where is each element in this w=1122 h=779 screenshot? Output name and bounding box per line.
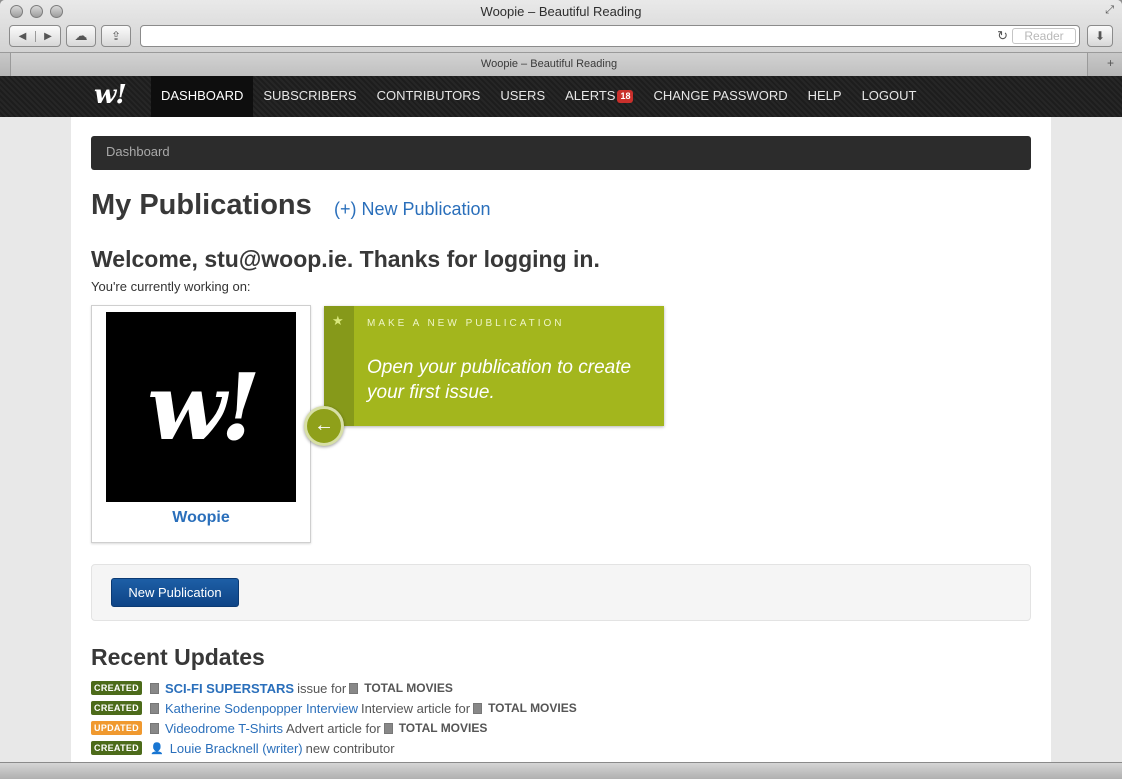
fullscreen-icon[interactable]: ⤢	[1105, 4, 1114, 17]
reload-icon[interactable]: ↻	[997, 28, 1008, 44]
alerts-count-badge: 18	[617, 90, 634, 103]
tab-bar: Woopie – Beautiful Reading +	[0, 52, 1122, 76]
browser-window: Woopie – Beautiful Reading ⤢ ◀ ▶ ☁ ⇪ ↻ R…	[0, 0, 1122, 779]
nav-alerts-label: ALERTS	[565, 88, 616, 103]
document-icon	[383, 722, 393, 734]
document-icon	[349, 682, 359, 694]
publication-ref: TOTAL MOVIES	[364, 681, 453, 695]
back-forward-buttons: ◀ ▶	[9, 25, 61, 47]
breadcrumb: Dashboard	[91, 136, 1031, 170]
list-item: CREATED Katherine Sodenpopper Interview …	[91, 698, 577, 718]
person-icon: 👤	[150, 742, 164, 755]
downloads-icon[interactable]: ⬇	[1087, 25, 1113, 47]
nav-contributors[interactable]: CONTRIBUTORS	[367, 76, 491, 117]
recent-updates-list: CREATED SCI-FI SUPERSTARS issue for TOTA…	[91, 678, 577, 758]
publication-name-link[interactable]: Woopie	[92, 509, 310, 527]
page-title: My Publications	[91, 189, 312, 221]
update-link[interactable]: Videodrome T-Shirts	[165, 721, 283, 736]
tip-body: Open your publication to create your fir…	[367, 357, 632, 403]
cloud-icon[interactable]: ☁	[66, 25, 96, 47]
nav-dashboard[interactable]: DASHBOARD	[151, 76, 254, 117]
back-button[interactable]: ◀	[10, 31, 35, 42]
tab-current[interactable]: Woopie – Beautiful Reading	[10, 53, 1088, 76]
page-content: Dashboard My Publications (+) New Public…	[71, 117, 1051, 762]
status-badge: CREATED	[91, 701, 142, 715]
update-link[interactable]: Katherine Sodenpopper Interview	[165, 701, 358, 716]
update-text: Advert article for	[286, 720, 381, 736]
nav-subscribers[interactable]: SUBSCRIBERS	[253, 76, 366, 117]
new-publication-tip: ★ MAKE A NEW PUBLICATION Open your publi…	[324, 306, 664, 426]
window-title: Woopie – Beautiful Reading	[480, 4, 642, 19]
publication-card[interactable]: w! Woopie	[91, 305, 311, 543]
publication-logo: w!	[147, 353, 261, 461]
share-icon[interactable]: ⇪	[101, 25, 131, 47]
address-bar[interactable]: ↻ Reader	[140, 25, 1080, 47]
woopie-logo[interactable]: w!	[94, 80, 127, 110]
nav-help[interactable]: HELP	[798, 76, 852, 117]
publication-cover[interactable]: w!	[106, 312, 296, 502]
tip-kicker: MAKE A NEW PUBLICATION	[367, 318, 565, 329]
list-item: CREATED SCI-FI SUPERSTARS issue for TOTA…	[91, 678, 577, 698]
new-publication-button[interactable]: New Publication	[111, 578, 239, 607]
list-item: UPDATED Videodrome T-Shirts Advert artic…	[91, 718, 577, 738]
update-link[interactable]: SCI-FI SUPERSTARS	[165, 681, 294, 696]
nav-users[interactable]: USERS	[490, 76, 555, 117]
site-navigation: w! DASHBOARD SUBSCRIBERS CONTRIBUTORS US…	[0, 76, 1122, 117]
forward-button[interactable]: ▶	[34, 30, 60, 42]
document-icon	[150, 682, 159, 694]
nav-links: DASHBOARD SUBSCRIBERS CONTRIBUTORS USERS…	[151, 76, 926, 117]
reader-button[interactable]: Reader	[1012, 28, 1076, 44]
update-text: issue for	[297, 680, 347, 696]
recent-updates-title: Recent Updates	[91, 644, 265, 670]
working-on-text: You're currently working on:	[91, 279, 251, 294]
nav-change-password[interactable]: CHANGE PASSWORD	[643, 76, 797, 117]
new-publication-link[interactable]: (+) New Publication	[334, 199, 491, 220]
publication-ref: TOTAL MOVIES	[488, 701, 577, 715]
arrow-left-icon: ←	[304, 406, 344, 446]
document-icon	[150, 722, 159, 734]
document-icon	[150, 702, 159, 714]
star-icon: ★	[332, 313, 344, 328]
welcome-heading: Welcome, stu@woop.ie. Thanks for logging…	[91, 246, 600, 272]
update-link[interactable]: Louie Bracknell (writer)	[170, 741, 303, 756]
status-badge: CREATED	[91, 741, 142, 755]
status-badge: CREATED	[91, 681, 142, 695]
nav-alerts[interactable]: ALERTS 18	[555, 76, 643, 117]
new-tab-icon[interactable]: +	[1107, 56, 1114, 70]
document-icon	[473, 702, 483, 714]
list-item: CREATED 👤 Louie Bracknell (writer) new c…	[91, 738, 577, 758]
publication-ref: TOTAL MOVIES	[398, 721, 488, 735]
status-bar	[0, 762, 1122, 779]
status-badge: UPDATED	[91, 721, 142, 735]
update-text: Interview article for	[360, 700, 471, 716]
nav-logout[interactable]: LOGOUT	[852, 76, 927, 117]
browser-toolbar: Woopie – Beautiful Reading ⤢ ◀ ▶ ☁ ⇪ ↻ R…	[0, 0, 1122, 76]
update-text: new contributor	[305, 740, 395, 756]
action-bar: New Publication	[91, 564, 1031, 621]
